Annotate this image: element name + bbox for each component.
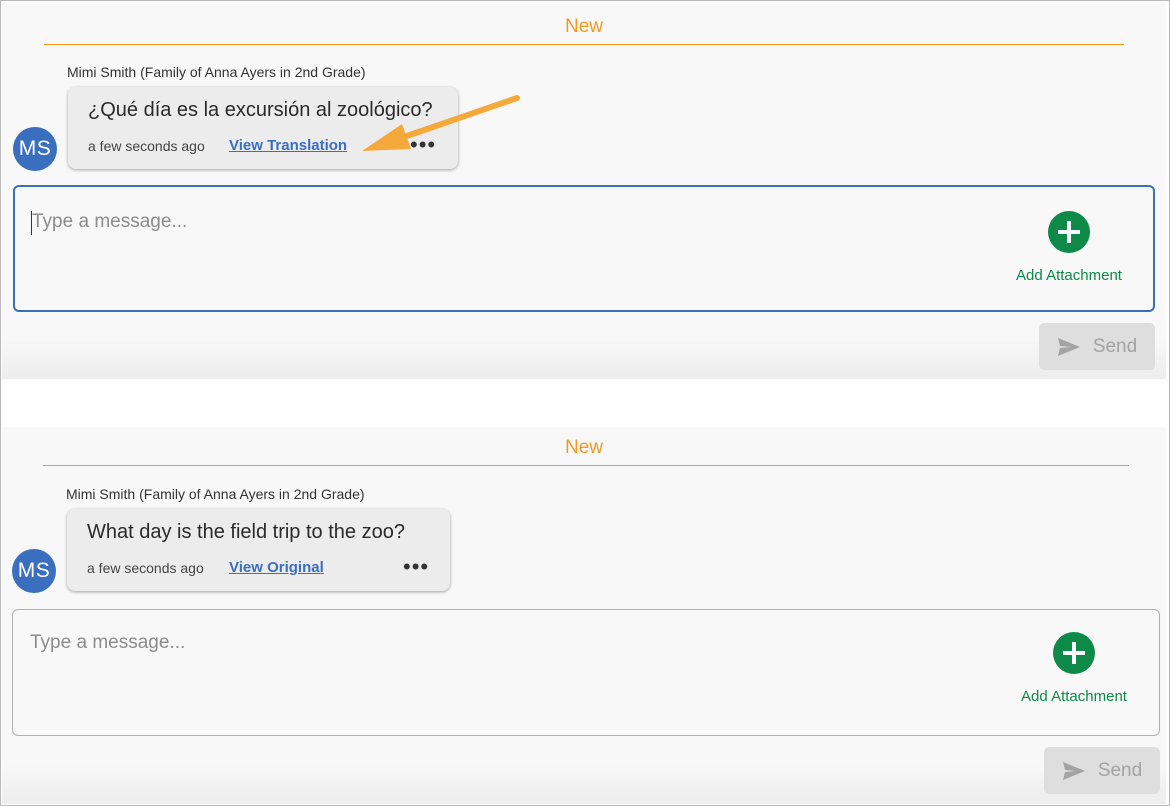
chat-panel-bottom: New Mimi Smith (Family of Anna Ayers in … bbox=[2, 427, 1166, 804]
panel-shadow bbox=[2, 764, 1166, 804]
message-text: ¿Qué día es la excursión al zoológico? bbox=[88, 99, 433, 121]
plus-icon bbox=[1053, 632, 1095, 674]
message-bubble: ¿Qué día es la excursión al zoológico? a… bbox=[68, 87, 458, 169]
message-timestamp: a few seconds ago bbox=[88, 138, 205, 154]
panel-shadow bbox=[2, 339, 1166, 379]
add-attachment-label: Add Attachment bbox=[1021, 688, 1127, 705]
message-bubble: What day is the field trip to the zoo? a… bbox=[67, 509, 450, 591]
send-label: Send bbox=[1092, 335, 1138, 357]
more-options-icon[interactable]: ••• bbox=[410, 134, 436, 156]
new-messages-label: New bbox=[564, 16, 603, 37]
avatar: MS bbox=[13, 127, 57, 171]
add-attachment-button[interactable]: Add Attachment bbox=[1004, 632, 1144, 705]
new-messages-divider bbox=[44, 44, 1124, 45]
view-translation-link[interactable]: View Translation bbox=[229, 137, 347, 154]
send-button[interactable]: Send bbox=[1044, 747, 1160, 794]
plus-icon bbox=[1048, 211, 1090, 253]
sender-name: Mimi Smith (Family of Anna Ayers in 2nd … bbox=[66, 486, 365, 502]
more-options-icon[interactable]: ••• bbox=[403, 556, 429, 578]
message-input-placeholder: Type a message... bbox=[32, 211, 188, 232]
paper-plane-icon bbox=[1057, 337, 1080, 356]
message-text: What day is the field trip to the zoo? bbox=[87, 521, 405, 543]
message-input[interactable]: Type a message... Add Attachment bbox=[12, 609, 1160, 736]
add-attachment-label: Add Attachment bbox=[1016, 267, 1122, 284]
paper-plane-icon bbox=[1062, 761, 1085, 780]
new-messages-label: New bbox=[564, 437, 603, 458]
sender-name: Mimi Smith (Family of Anna Ayers in 2nd … bbox=[67, 64, 366, 80]
message-timestamp: a few seconds ago bbox=[87, 560, 204, 576]
add-attachment-button[interactable]: Add Attachment bbox=[999, 211, 1139, 284]
send-label: Send bbox=[1097, 759, 1143, 781]
new-messages-divider bbox=[43, 465, 1129, 466]
message-input-placeholder: Type a message... bbox=[30, 632, 186, 653]
avatar: MS bbox=[12, 549, 56, 593]
send-button[interactable]: Send bbox=[1039, 323, 1155, 370]
message-input[interactable]: Type a message... Add Attachment bbox=[13, 185, 1155, 312]
view-original-link[interactable]: View Original bbox=[229, 559, 324, 576]
chat-panel-top: New Mimi Smith (Family of Anna Ayers in … bbox=[2, 2, 1166, 379]
